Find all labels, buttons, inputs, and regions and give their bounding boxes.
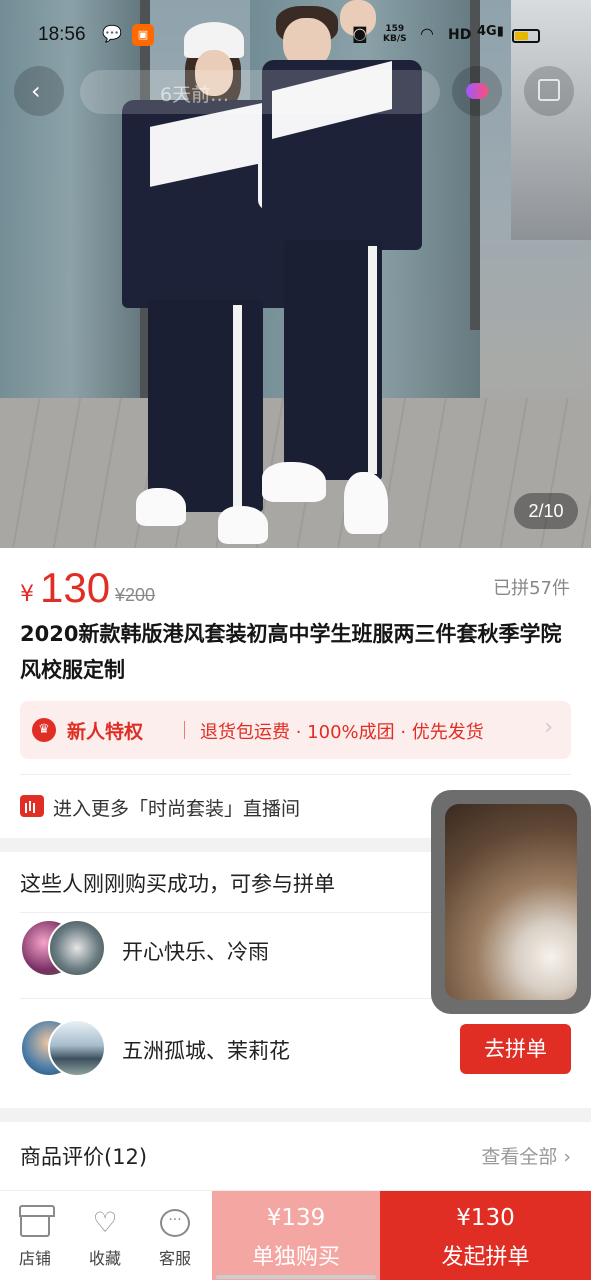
crown-icon: ♛ — [32, 718, 56, 742]
floating-video-window[interactable] — [431, 790, 591, 1014]
app-notification-icon: ▣ — [132, 24, 154, 46]
avatar — [48, 919, 106, 977]
service-label: 客服 — [158, 1249, 191, 1268]
search-hint: 6天前… — [160, 84, 230, 106]
single-label: 单独购买 — [251, 1245, 340, 1270]
customer-service-button[interactable]: ··· 客服 — [140, 1191, 210, 1280]
wechat-icon: 💬 — [102, 24, 122, 43]
chat-bubble-icon: ··· — [160, 1209, 190, 1237]
video-preview — [445, 804, 577, 1000]
store-icon — [19, 1205, 55, 1237]
view-all-reviews-link[interactable]: 查看全部 › — [481, 1142, 571, 1169]
battery-icon — [512, 29, 540, 43]
home-indicator — [216, 1275, 376, 1279]
chevron-right-icon: › — [544, 715, 553, 740]
signal-icon: 4G▮ — [477, 24, 504, 39]
search-bar[interactable]: 6天前… — [80, 70, 440, 114]
original-price: ¥200 — [115, 585, 156, 605]
new-user-privilege-banner[interactable]: ♛ 新人特权 退货包运费 · 100%成团 · 优先发货 › — [20, 701, 571, 759]
camera-icon: ◙ — [352, 24, 368, 43]
privilege-title: 新人特权 — [67, 721, 144, 743]
buy-alone-button[interactable]: ¥139 单独购买 — [212, 1191, 380, 1280]
currency-symbol: ¥ — [20, 582, 34, 607]
reviews-header[interactable]: 商品评价(12) 查看全部 › — [0, 1122, 591, 1190]
heart-badge-icon — [466, 83, 488, 99]
divider — [20, 774, 571, 775]
group-price: 130 — [40, 564, 111, 611]
join-group-button[interactable]: 去拼单 — [460, 1024, 571, 1074]
favorite-button[interactable]: ♡ 收藏 — [70, 1191, 140, 1280]
group-buy-label: 发起拼单 — [441, 1245, 530, 1270]
bottom-action-bar: 店铺 ♡ 收藏 ··· 客服 ¥139 单独购买 ¥130 发起拼单 — [0, 1190, 591, 1280]
wifi-icon: ◠ — [420, 24, 434, 43]
share-button[interactable] — [524, 66, 574, 116]
sold-count: 已拼57件 — [493, 578, 570, 599]
status-bar: 18:56 💬 ▣ ◙ 159 KB/S ◠ HD 4G▮ — [0, 0, 591, 70]
group-member-names: 五洲孤城、茉莉花 — [122, 1039, 290, 1063]
image-counter: 2/10 — [514, 493, 578, 529]
live-tv-icon — [20, 795, 44, 817]
single-price: ¥139 — [266, 1205, 326, 1231]
heart-icon: ♡ — [92, 1206, 118, 1239]
privilege-description: 退货包运费 · 100%成团 · 优先发货 — [200, 722, 484, 743]
live-room-link[interactable]: 进入更多「时尚套装」直播间 — [53, 794, 300, 821]
network-speed: 159 KB/S — [383, 24, 407, 44]
favorite-label: 收藏 — [88, 1249, 121, 1268]
product-title: 2020新款韩版港风套装初高中学生班服两三件套秋季学院风校服定制 — [20, 622, 562, 682]
back-arrow-icon: ‹ — [31, 77, 41, 105]
start-group-buy-button[interactable]: ¥130 发起拼单 — [380, 1191, 591, 1280]
avatar — [48, 1019, 106, 1077]
store-label: 店铺 — [18, 1249, 51, 1268]
group-buy-price: ¥130 — [456, 1205, 515, 1231]
group-member-names: 开心快乐、冷雨 — [122, 940, 269, 964]
divider — [184, 721, 185, 739]
price-row: ¥ 130 ¥200 已拼57件 — [20, 564, 570, 614]
back-button[interactable]: ‹ — [14, 66, 64, 116]
share-icon — [538, 79, 560, 101]
reviews-title: 商品评价(12) — [20, 1145, 148, 1169]
favorite-shortcut-button[interactable] — [452, 66, 502, 116]
store-button[interactable]: 店铺 — [0, 1191, 70, 1280]
group-buy-title: 这些人刚刚购买成功，可参与拼单 — [20, 872, 335, 896]
hd-indicator: HD — [448, 27, 472, 43]
clock: 18:56 — [38, 24, 86, 45]
